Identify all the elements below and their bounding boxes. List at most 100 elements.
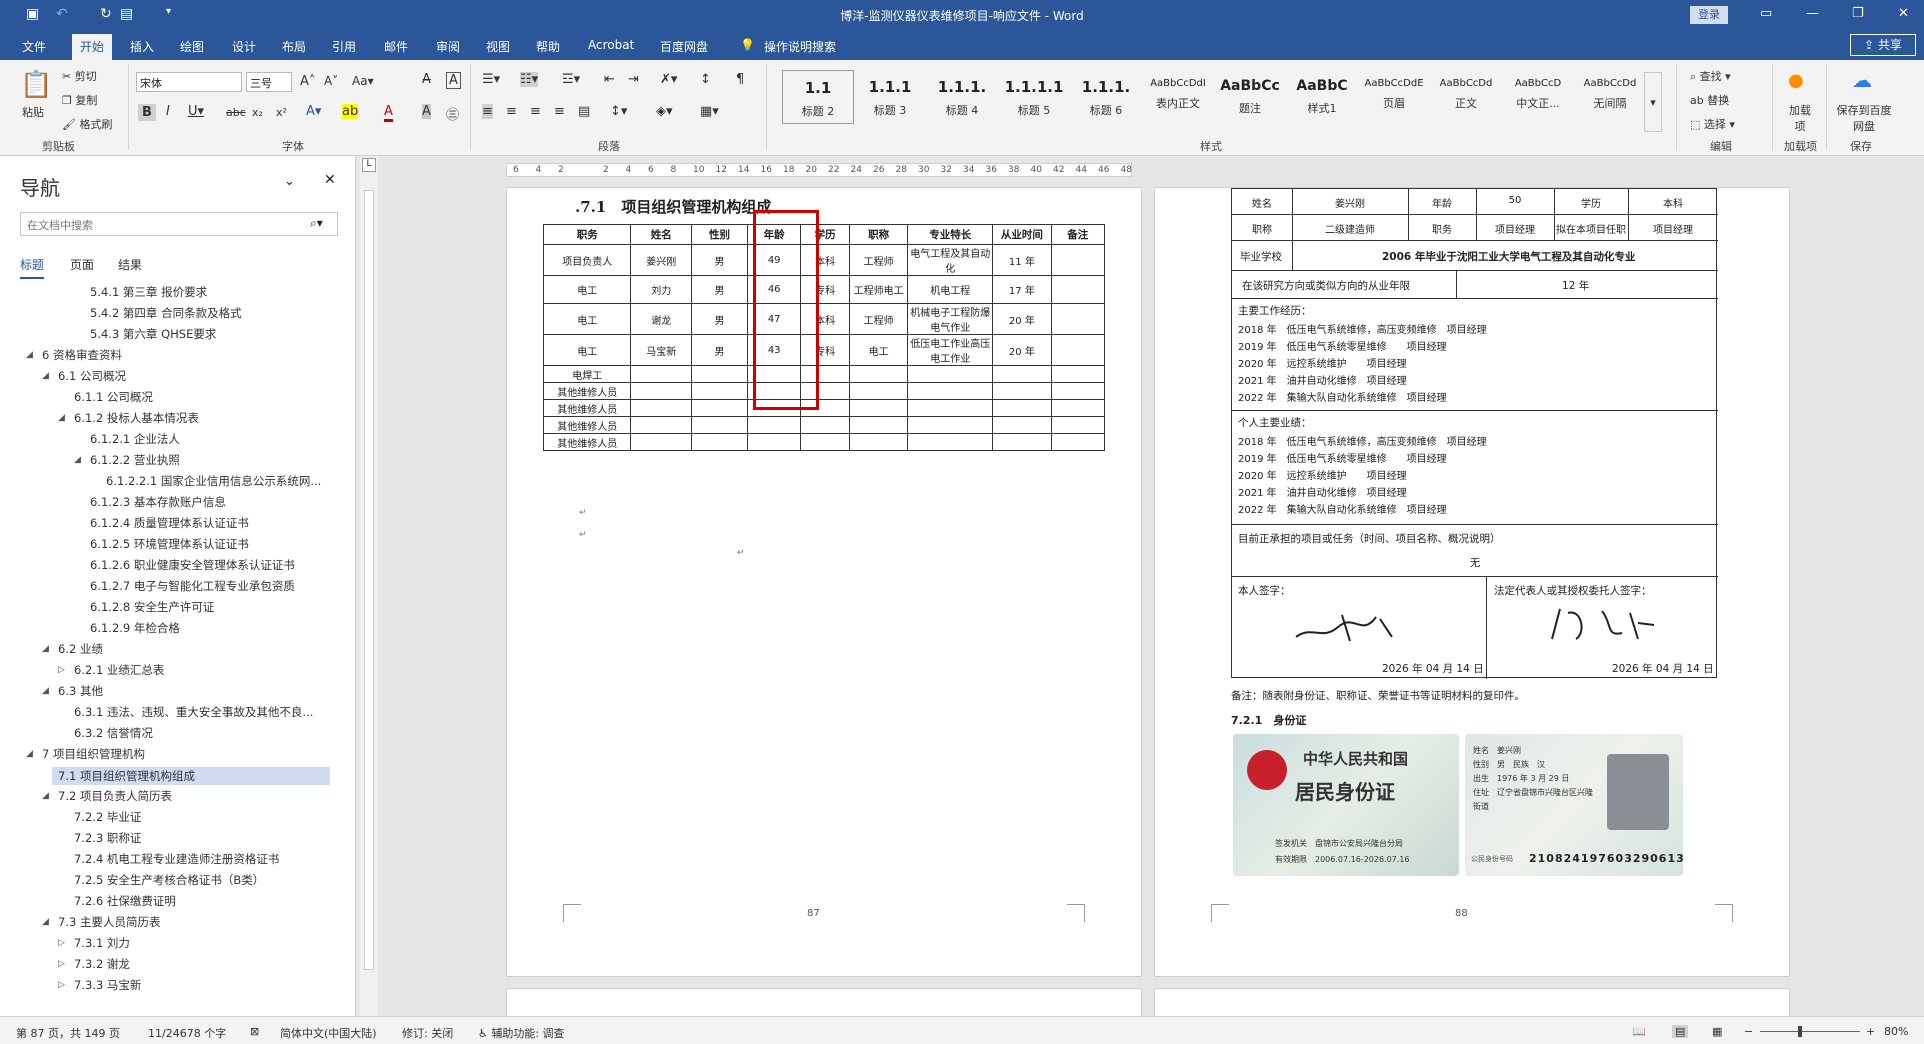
table-cell[interactable]: [630, 365, 693, 383]
nav-heading-item[interactable]: 5.4.1 第三章 报价要求: [90, 284, 207, 300]
highlight-icon[interactable]: ab: [342, 104, 359, 119]
copy-button[interactable]: ❐ 复制: [62, 92, 97, 108]
enclose-char-icon[interactable]: ㊂: [446, 104, 459, 123]
expand-icon[interactable]: ▷: [58, 959, 65, 969]
grow-font-icon[interactable]: A˄: [300, 74, 315, 89]
table-cell[interactable]: [907, 365, 994, 383]
style-4[interactable]: 1.1.1.1 标题 5: [998, 70, 1070, 124]
zoom-slider-thumb[interactable]: [1798, 1026, 1802, 1037]
font-size-select[interactable]: 三号: [246, 72, 292, 92]
table-cell[interactable]: [630, 399, 693, 417]
italic-icon[interactable]: I: [166, 104, 170, 119]
nav-heading-item[interactable]: 6.3 其他: [58, 683, 103, 699]
expand-icon[interactable]: ▷: [58, 980, 65, 990]
nav-heading-item[interactable]: 7.3.3 马宝新: [74, 977, 141, 993]
table-cell[interactable]: [907, 433, 994, 451]
table-cell[interactable]: [1050, 303, 1106, 335]
decrease-indent-icon[interactable]: ⇤: [604, 72, 615, 87]
justify-icon[interactable]: ≡: [554, 104, 565, 119]
collapse-icon[interactable]: ◢: [42, 371, 49, 381]
nav-heading-item[interactable]: 7.3.1 刘力: [74, 935, 130, 951]
table-cell[interactable]: 电工: [542, 303, 632, 335]
bold-icon[interactable]: B: [138, 104, 156, 121]
table-cell[interactable]: [992, 399, 1052, 417]
table-cell[interactable]: 机械电子工程防爆电气作业: [907, 303, 994, 335]
table-cell[interactable]: 其他维修人员: [542, 399, 632, 417]
tab-layout[interactable]: 布局: [282, 38, 306, 55]
show-marks-icon[interactable]: ¶: [736, 72, 744, 87]
table-cell[interactable]: 工程师: [848, 244, 909, 276]
styles-more-icon[interactable]: ▾: [1644, 72, 1662, 132]
nav-heading-item[interactable]: 6.1.2 投标人基本情况表: [74, 410, 199, 426]
search-icon[interactable]: ⌕▾: [310, 216, 323, 231]
table-cell[interactable]: 20 年: [992, 303, 1052, 335]
nav-heading-item[interactable]: 7.2.4 机电工程专业建造师注册资格证书: [74, 851, 279, 867]
nav-tab-pages[interactable]: 页面: [70, 256, 94, 273]
table-cell[interactable]: [1050, 244, 1106, 276]
nav-heading-item[interactable]: 6.2.1 业绩汇总表: [74, 662, 164, 678]
track-changes-status[interactable]: 修订: 关闭: [402, 1025, 453, 1041]
paste-button[interactable]: 粘贴: [22, 104, 44, 120]
style-11[interactable]: AaBbCcD 中文正...: [1502, 70, 1574, 124]
page-88[interactable]: 姓名 姜兴刚 年龄 50 学历 本科 职称 二级建造师 职务 项目经理 拟在本项目任职 项目经理 毕业…: [1154, 187, 1790, 977]
tab-view[interactable]: 视图: [486, 38, 510, 55]
page-89[interactable]: [506, 988, 1142, 1018]
align-center-icon[interactable]: ≡: [506, 104, 517, 119]
proofing-icon[interactable]: ⊠: [250, 1025, 259, 1038]
table-cell[interactable]: 电气工程及其自动化: [907, 244, 994, 276]
table-cell[interactable]: 男: [691, 334, 748, 366]
nav-heading-item[interactable]: 7.2.3 职称证: [74, 830, 141, 846]
table-cell[interactable]: 男: [691, 244, 748, 276]
collapse-icon[interactable]: ◢: [26, 749, 33, 759]
shrink-font-icon[interactable]: A˅: [324, 74, 338, 88]
change-case-icon[interactable]: Aa▾: [352, 74, 374, 88]
table-cell[interactable]: [907, 399, 994, 417]
table-cell[interactable]: [992, 365, 1052, 383]
style-5[interactable]: 1.1.1. 标题 6: [1070, 70, 1142, 124]
table-cell[interactable]: [1050, 365, 1106, 383]
collapse-icon[interactable]: ◢: [42, 791, 49, 801]
nav-heading-item[interactable]: 6.2 业绩: [58, 641, 103, 657]
numbering-icon[interactable]: ☷▾: [520, 72, 539, 87]
nav-heading-item[interactable]: 6.1.2.5 环境管理体系认证证书: [90, 536, 249, 552]
nav-heading-item[interactable]: 5.4.2 第四章 合同条款及格式: [90, 305, 242, 321]
tab-draw[interactable]: 绘图: [180, 38, 204, 55]
format-painter-button[interactable]: 🖌 格式刷: [62, 116, 112, 132]
table-cell[interactable]: 男: [691, 275, 748, 304]
table-cell[interactable]: 电焊工: [542, 365, 632, 383]
tab-selector[interactable]: L: [362, 158, 376, 172]
table-cell[interactable]: 其他维修人员: [542, 416, 632, 434]
paste-icon[interactable]: 📋: [20, 70, 52, 100]
nav-heading-item[interactable]: 7.2.2 毕业证: [74, 809, 141, 825]
table-cell[interactable]: [746, 416, 802, 434]
nav-heading-item[interactable]: 6 资格审查资料: [42, 347, 122, 363]
table-cell[interactable]: 电工: [848, 334, 909, 366]
collapse-icon[interactable]: ◢: [42, 917, 49, 927]
table-cell[interactable]: 20 年: [992, 334, 1052, 366]
nav-heading-item[interactable]: 6.1.2.1 企业法人: [90, 431, 180, 447]
shading-icon[interactable]: ◈▾: [656, 104, 673, 119]
table-cell[interactable]: [992, 433, 1052, 451]
nav-close-icon[interactable]: ✕: [324, 172, 336, 188]
nav-heading-item[interactable]: 6.1.2.9 年检合格: [90, 620, 180, 636]
table-cell[interactable]: 工程师: [848, 303, 909, 335]
char-shading-icon[interactable]: A: [422, 104, 431, 119]
share-button[interactable]: ⇪ 共享: [1850, 34, 1916, 56]
collapse-icon[interactable]: ◢: [42, 686, 49, 696]
table-cell[interactable]: 电工: [542, 334, 632, 366]
tab-file[interactable]: 文件: [22, 38, 46, 55]
tab-help[interactable]: 帮助: [536, 38, 560, 55]
nav-heading-item[interactable]: 5.4.3 第六章 QHSE要求: [90, 326, 216, 342]
ribbon-display-icon[interactable]: ▭: [1760, 6, 1772, 21]
table-cell[interactable]: [691, 416, 748, 434]
table-cell[interactable]: [907, 382, 994, 400]
cut-button[interactable]: ✂ 剪切: [62, 68, 97, 84]
table-cell[interactable]: [848, 399, 909, 417]
close-icon[interactable]: ✕: [1898, 6, 1909, 21]
table-cell[interactable]: [746, 433, 802, 451]
login-button[interactable]: 登录: [1690, 6, 1728, 24]
table-cell[interactable]: 电工: [542, 275, 632, 304]
zoom-out-icon[interactable]: −: [1744, 1025, 1753, 1038]
select-button[interactable]: ⬚ 选择 ▾: [1690, 116, 1735, 132]
zoom-in-icon[interactable]: +: [1866, 1025, 1875, 1038]
